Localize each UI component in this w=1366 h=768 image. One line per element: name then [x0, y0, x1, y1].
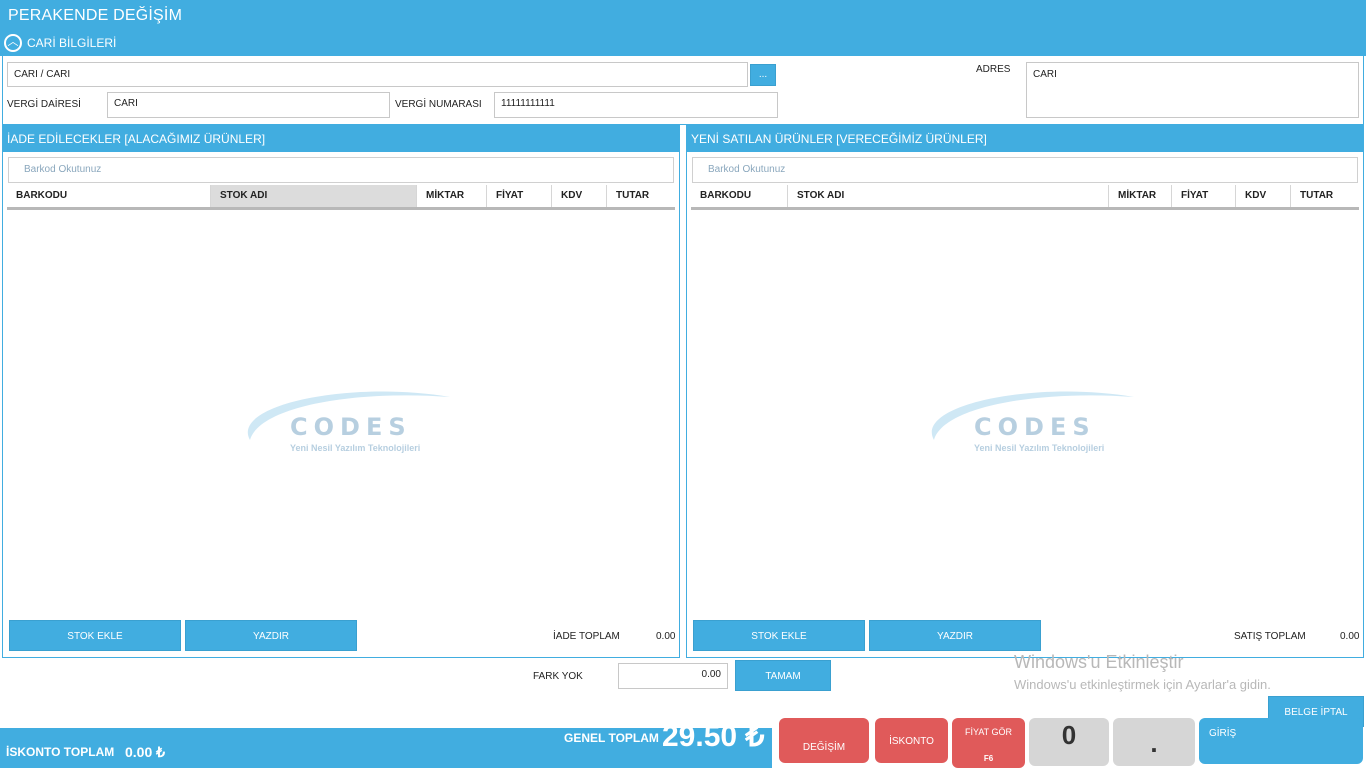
- iade-toplam-label: İADE TOPLAM: [553, 631, 620, 642]
- satis-barcode-input[interactable]: Barkod Okutunuz: [692, 157, 1358, 183]
- cari-browse-button[interactable]: ...: [750, 64, 776, 86]
- fiyat-gor-key: F6: [983, 754, 994, 763]
- satis-toplam-label: SATIŞ TOPLAM: [1234, 631, 1306, 642]
- fark-label: FARK YOK: [533, 671, 583, 682]
- iskonto-button-label: İSKONTO: [889, 736, 934, 747]
- column-kdv[interactable]: KDV: [552, 185, 607, 207]
- iade-yazdir-button[interactable]: YAZDIR: [185, 620, 357, 651]
- iade-stok-ekle-button[interactable]: STOK EKLE: [9, 620, 181, 651]
- degisim-label: DEĞİŞİM: [802, 742, 846, 753]
- vergi-numarasi-label: VERGİ NUMARASI: [395, 99, 482, 110]
- satis-panel-title: YENİ SATILAN ÜRÜNLER [VERECEĞİMİZ ÜRÜNLE…: [687, 126, 1363, 152]
- fiyat-gor-label: FİYAT GÖR: [964, 727, 1012, 737]
- key-dot-button[interactable]: .: [1113, 718, 1195, 766]
- fark-value-field[interactable]: 0.00: [618, 663, 728, 689]
- tamam-button[interactable]: TAMAM: [735, 660, 831, 691]
- satis-stok-ekle-button[interactable]: STOK EKLE: [693, 620, 865, 651]
- codes-logo-text: CODES: [290, 413, 412, 441]
- iade-panel-title: İADE EDİLECEKLER [ALACAĞIMIZ ÜRÜNLER]: [3, 126, 679, 152]
- title-bar: [0, 0, 1366, 56]
- genel-toplam-value: 29.50 ₺: [662, 720, 765, 753]
- key-dot-label: .: [1150, 728, 1158, 758]
- codes-logo-watermark: CODES Yeni Nesil Yazılım Teknolojileri: [240, 385, 455, 460]
- column-barkodu[interactable]: BARKODU: [7, 185, 211, 207]
- adres-label: ADRES: [976, 64, 1011, 75]
- iade-toplam-value: 0.00: [656, 631, 676, 642]
- satis-grid-header: BARKODU STOK ADI MİKTAR FİYAT KDV TUTAR: [691, 185, 1359, 210]
- window-title: PERAKENDE DEĞİŞİM: [8, 7, 183, 24]
- codes-tagline: Yeni Nesil Yazılım Teknolojileri: [290, 443, 421, 453]
- key-zero-label: 0: [1061, 720, 1077, 750]
- cari-field[interactable]: CARI / CARI: [7, 62, 748, 87]
- adres-field[interactable]: CARI: [1026, 62, 1359, 118]
- column-fiyat[interactable]: FİYAT: [1172, 185, 1236, 207]
- iskonto-toplam-value: 0.00 ₺: [125, 744, 166, 760]
- degisim-button[interactable]: DEĞİŞİM: [779, 718, 869, 763]
- codes-logo-text: CODES: [974, 413, 1096, 441]
- iskonto-button[interactable]: İSKONTO: [875, 718, 948, 763]
- cari-section-title: CARİ BİLGİLERİ: [27, 36, 117, 50]
- giris-button[interactable]: GİRİŞ: [1199, 718, 1363, 764]
- fiyat-gor-button[interactable]: FİYAT GÖR F6: [952, 718, 1025, 768]
- column-kdv[interactable]: KDV: [1236, 185, 1291, 207]
- iade-grid-header: BARKODU STOK ADI MİKTAR FİYAT KDV TUTAR: [7, 185, 675, 210]
- vergi-numarasi-field[interactable]: 11111111111: [494, 92, 778, 118]
- satis-yazdir-button[interactable]: YAZDIR: [869, 620, 1041, 651]
- codes-tagline: Yeni Nesil Yazılım Teknolojileri: [974, 443, 1105, 453]
- codes-logo-watermark: CODES Yeni Nesil Yazılım Teknolojileri: [924, 385, 1139, 460]
- iade-barcode-input[interactable]: Barkod Okutunuz: [8, 157, 674, 183]
- column-miktar[interactable]: MİKTAR: [1109, 185, 1172, 207]
- column-miktar[interactable]: MİKTAR: [417, 185, 487, 207]
- activation-title: Windows'u Etkinleştir: [1014, 652, 1184, 672]
- column-tutar[interactable]: TUTAR: [1291, 185, 1359, 207]
- iskonto-toplam-label: İSKONTO TOPLAM: [6, 745, 115, 759]
- giris-label: GİRİŞ: [1209, 728, 1237, 739]
- satis-toplam-value: 0.00: [1340, 631, 1360, 642]
- column-stok-adi[interactable]: STOK ADI: [788, 185, 1109, 207]
- column-tutar[interactable]: TUTAR: [607, 185, 675, 207]
- key-zero-button[interactable]: 0: [1029, 718, 1109, 766]
- column-barkodu[interactable]: BARKODU: [691, 185, 788, 207]
- column-stok-adi[interactable]: STOK ADI: [211, 185, 417, 207]
- column-fiyat[interactable]: FİYAT: [487, 185, 552, 207]
- vergi-dairesi-label: VERGİ DAİRESİ: [7, 99, 81, 110]
- collapse-chevron-up-icon[interactable]: ︿: [4, 34, 22, 52]
- activation-subtitle: Windows'u etkinleştirmek için Ayarlar'a …: [1014, 677, 1271, 692]
- genel-toplam-label: GENEL TOPLAM: [564, 731, 659, 745]
- vergi-dairesi-field[interactable]: CARI: [107, 92, 390, 118]
